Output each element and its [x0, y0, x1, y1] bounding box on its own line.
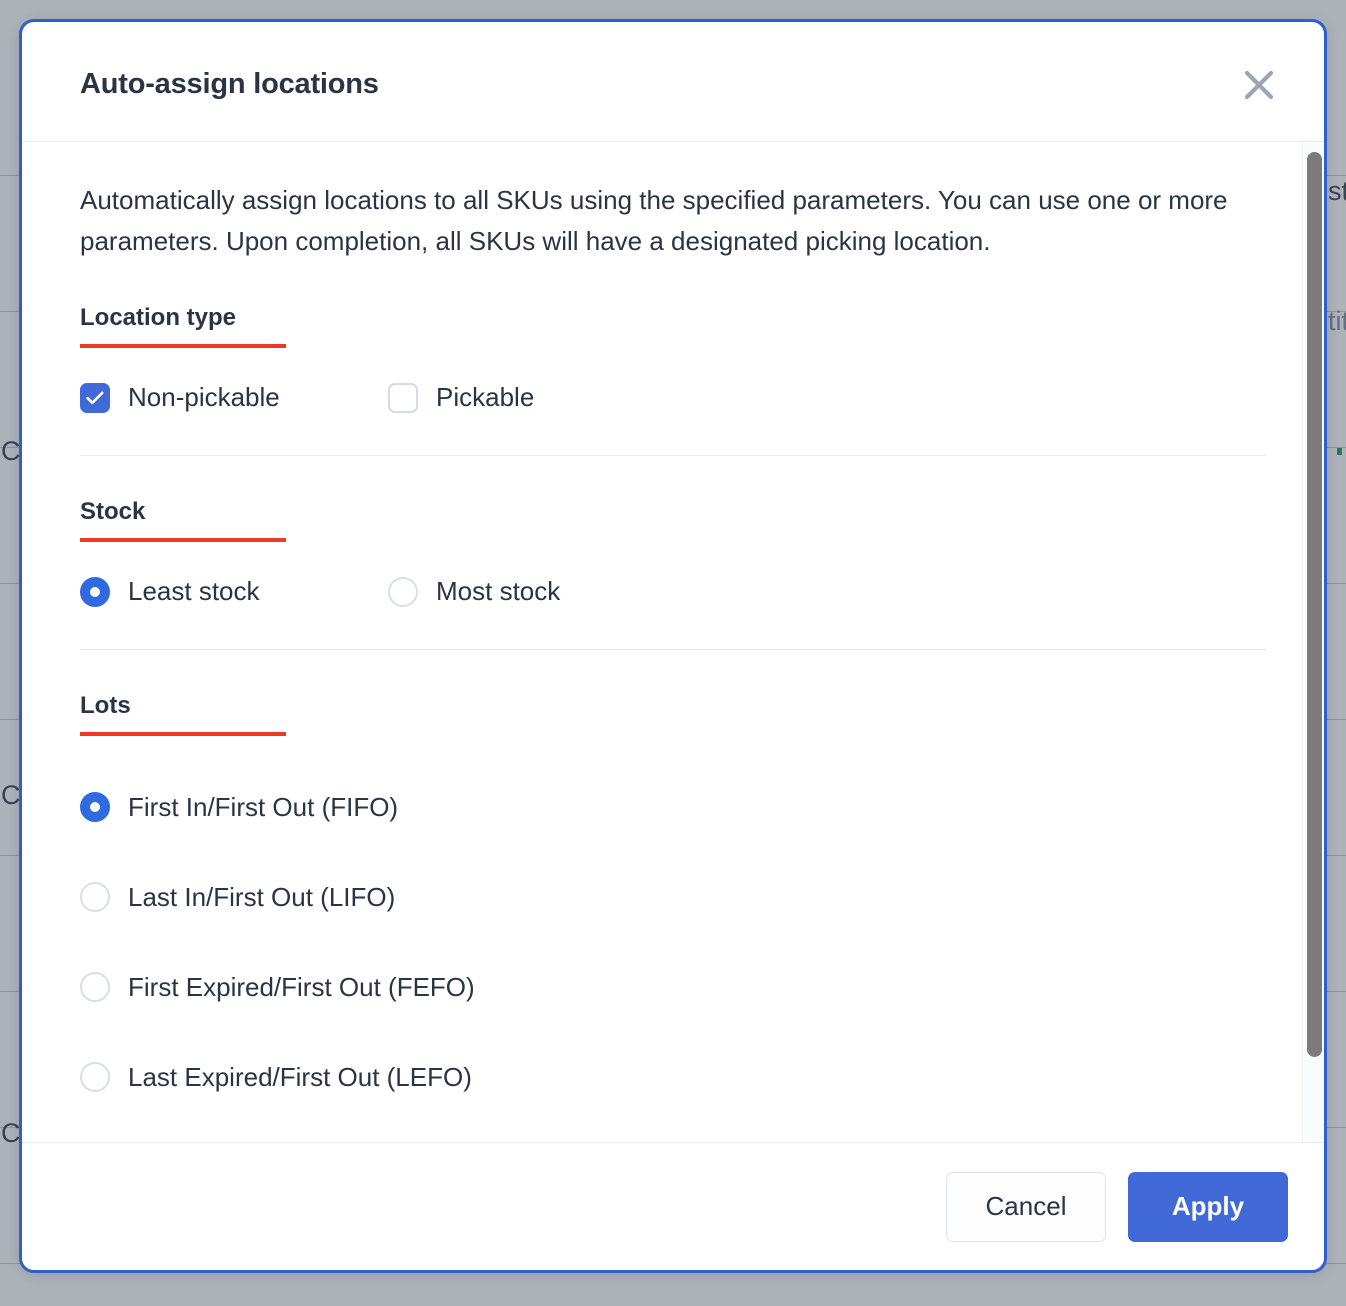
dialog-title: Auto-assign locations [80, 68, 379, 100]
close-icon[interactable] [1236, 62, 1282, 108]
radio-label-fefo: First Expired/First Out (FEFO) [128, 971, 475, 1002]
dialog-scrollbar[interactable] [1302, 142, 1324, 1142]
section-lots: Lots First In/First Out (FIFO) Last In/F… [80, 650, 1266, 1122]
dialog-content: Automatically assign locations to all SK… [22, 142, 1324, 1122]
radio-unselected-icon[interactable] [80, 1062, 110, 1092]
apply-button[interactable]: Apply [1128, 1171, 1288, 1242]
radio-selected-icon[interactable] [80, 576, 110, 607]
radio-unselected-icon[interactable] [80, 882, 110, 912]
stock-options: Least stock Most stock [80, 542, 1266, 607]
scrollbar-thumb[interactable] [1307, 152, 1322, 1057]
dialog-header: Auto-assign locations [22, 22, 1324, 142]
radio-label-most-stock: Most stock [436, 576, 561, 606]
radio-fefo[interactable]: First Expired/First Out (FEFO) [80, 942, 1266, 1032]
section-heading-location-type: Location type [80, 304, 286, 348]
section-stock: Stock Least stock Most stock [80, 456, 1266, 650]
radio-lifo[interactable]: Last In/First Out (LIFO) [80, 852, 1266, 942]
radio-fifo[interactable]: First In/First Out (FIFO) [80, 762, 1266, 852]
radio-label-least-stock: Least stock [128, 576, 260, 606]
radio-label-lifo: Last In/First Out (LIFO) [128, 881, 396, 912]
lots-options: First In/First Out (FIFO) Last In/First … [80, 736, 1266, 1122]
checkbox-pickable[interactable]: Pickable [388, 382, 534, 413]
radio-selected-icon[interactable] [80, 792, 110, 822]
section-location-type: Location type Non-pickable Pickable [80, 262, 1266, 456]
checkbox-label-pickable: Pickable [436, 382, 535, 412]
radio-most-stock[interactable]: Most stock [388, 576, 560, 607]
dialog-body: Automatically assign locations to all SK… [22, 142, 1324, 1142]
radio-label-fifo: First In/First Out (FIFO) [128, 791, 399, 822]
checkbox-unchecked-icon[interactable] [388, 382, 418, 413]
checkbox-non-pickable[interactable]: Non-pickable [80, 382, 388, 413]
radio-least-stock[interactable]: Least stock [80, 576, 388, 607]
dialog-description: Automatically assign locations to all SK… [80, 185, 1228, 256]
auto-assign-locations-dialog: Auto-assign locations Automatically assi… [19, 19, 1327, 1273]
radio-unselected-icon[interactable] [80, 972, 110, 1002]
dialog-footer: Cancel Apply [22, 1142, 1324, 1270]
cancel-button[interactable]: Cancel [946, 1171, 1106, 1242]
radio-lefo[interactable]: Last Expired/First Out (LEFO) [80, 1032, 1266, 1122]
checkbox-label-non-pickable: Non-pickable [128, 382, 280, 412]
checkbox-checked-icon[interactable] [80, 382, 110, 413]
location-type-options: Non-pickable Pickable [80, 348, 1266, 413]
section-heading-stock: Stock [80, 498, 286, 542]
section-heading-lots: Lots [80, 692, 286, 736]
radio-label-lefo: Last Expired/First Out (LEFO) [128, 1061, 472, 1092]
radio-unselected-icon[interactable] [388, 576, 418, 607]
